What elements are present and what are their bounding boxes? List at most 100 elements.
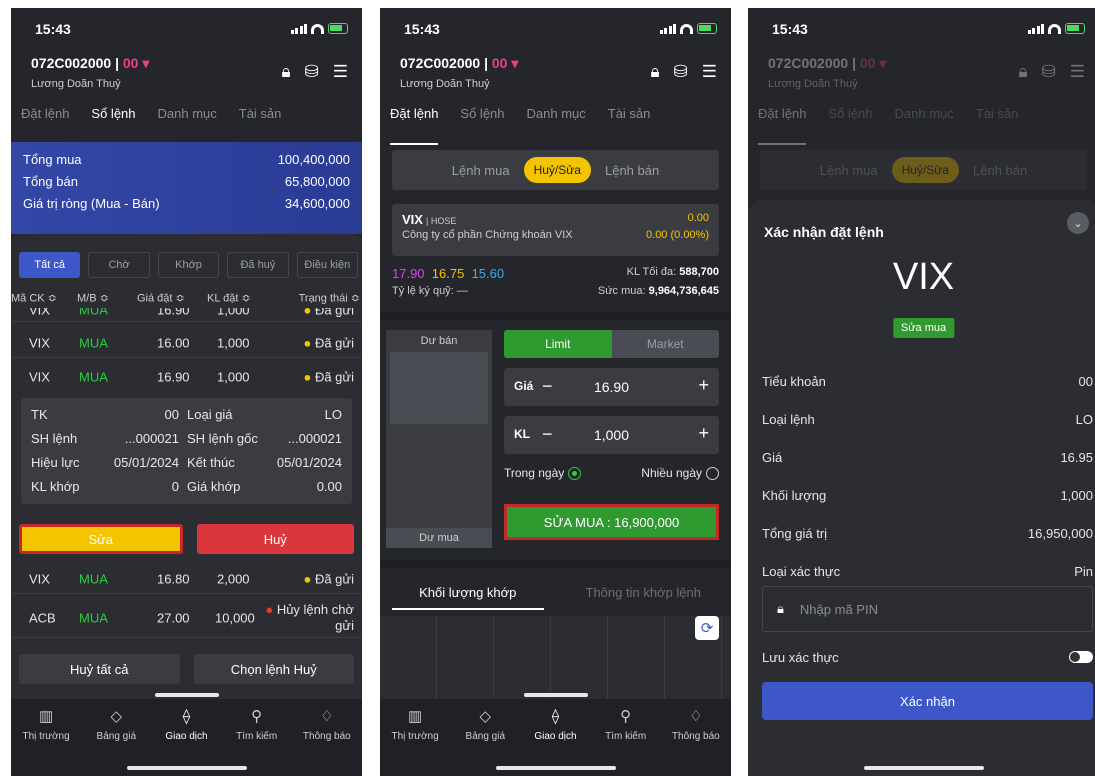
menu-icon[interactable]: ☰ xyxy=(333,62,348,82)
phone-place-order: 15:43 072C002000 | 00 ▾ Lương Doãn Thuỷ … xyxy=(380,8,731,776)
save-auth-toggle[interactable] xyxy=(1069,651,1093,663)
table-row[interactable]: VIX MUA 16.90 1,000 ● Đã gửi xyxy=(11,308,362,322)
lock-icon: 🔒︎ xyxy=(777,601,784,616)
stock-symbol: VIX xyxy=(402,212,423,227)
mode-edit-cancel[interactable]: Huỷ/Sửa xyxy=(523,157,591,183)
col-side[interactable]: M/B ≎ xyxy=(77,292,109,305)
wallet-icon[interactable]: ⛁ xyxy=(305,62,319,82)
nav-notifications[interactable]: ♢ Thông báo xyxy=(297,707,357,742)
filter-pending[interactable]: Chờ xyxy=(88,252,150,278)
trade-icon: ⟠ xyxy=(551,708,560,725)
summary-value: 65,800,000 xyxy=(284,174,350,189)
tab-dat-lenh[interactable]: Đặt lệnh xyxy=(21,106,69,136)
plus-icon[interactable]: + xyxy=(698,375,709,396)
chevron-down-icon[interactable]: ⌄ xyxy=(1067,212,1089,234)
filter-matched[interactable]: Khớp xyxy=(157,252,220,278)
order-form: Limit Market Giá −16.90 + KL −1,000 + Trong … xyxy=(504,330,719,541)
col-price[interactable]: Giá đặt ≎ xyxy=(137,292,185,305)
nav-price-board[interactable]: ◇ Bảng giá xyxy=(86,707,146,742)
tab-tai-san[interactable]: Tài sản xyxy=(608,106,651,136)
nav-market[interactable]: ▥ Thị trường xyxy=(16,707,76,742)
nav-notifications[interactable]: ♢ Thông báo xyxy=(666,707,726,742)
tab-dat-lenh[interactable]: Đặt lệnh xyxy=(390,106,439,145)
tag-icon: ◇ xyxy=(479,708,492,725)
mode-sell[interactable]: Lệnh bán xyxy=(605,163,659,178)
nav-search[interactable]: ⚲ Tìm kiếm xyxy=(227,707,287,742)
radio-day[interactable]: Trong ngày xyxy=(504,466,582,481)
summary-label: Tổng mua xyxy=(23,152,82,167)
phone-confirm-order: 15:43 072C002000 | 00 ▾ Lương Doãn Thuỷ … xyxy=(748,8,1095,776)
stock-card[interactable]: VIX | HOSE 0.00 Công ty cổ phần Chứng kho… xyxy=(392,204,719,256)
order-type-market[interactable]: Market xyxy=(611,330,719,358)
radio-multi-day[interactable]: Nhiều ngày xyxy=(641,466,719,481)
table-row[interactable]: ACB MUA 27.00 10,000 ● Hủy lệnh chờ gửi xyxy=(11,598,362,638)
choose-cancel-button[interactable]: Chọn lệnh Huỷ xyxy=(193,654,354,684)
nav-trading[interactable]: ⟠ Giao dịch xyxy=(156,707,216,742)
order-mode-segment: Lệnh mua Huỷ/Sửa Lệnh bán xyxy=(392,150,719,190)
battery-icon xyxy=(328,23,348,34)
order-book: Dư bán Dư mua xyxy=(386,330,492,548)
match-chart xyxy=(380,616,731,702)
ask-label: Dư bán xyxy=(386,330,492,352)
refresh-icon[interactable]: ⟳ xyxy=(695,616,719,640)
account-name: Lương Doãn Thuỷ xyxy=(31,78,121,90)
tab-so-lenh[interactable]: Sổ lệnh xyxy=(460,106,504,136)
field-price: Giá 16.95 xyxy=(762,449,1093,465)
bell-icon: ♢ xyxy=(689,708,703,725)
reference-price: 16.75 xyxy=(431,266,465,281)
tab-tai-san[interactable]: Tài sản xyxy=(239,106,282,136)
field-subaccount: Tiểu khoản 00 xyxy=(762,373,1093,389)
plus-icon[interactable]: + xyxy=(698,423,709,444)
nav-market[interactable]: ▥ Thị trường xyxy=(385,707,445,742)
tab-danh-muc[interactable]: Danh mục xyxy=(158,106,217,136)
edit-order-button[interactable]: Sửa xyxy=(19,524,183,554)
status-time: 15:43 xyxy=(404,21,440,37)
table-row-selected[interactable]: VIX MUA 16.90 1,000 ● Đã gửi xyxy=(11,362,362,392)
save-auth-row: Lưu xác thực xyxy=(762,638,1093,676)
tab-match-volume[interactable]: Khối lượng khớp xyxy=(380,570,556,614)
account-header: 072C002000 | 00 ▾ Lương Doãn Thuỷ 🔒︎ ⛁ ☰ xyxy=(380,52,731,100)
nav-trading[interactable]: ⟠ Giao dịch xyxy=(525,707,585,742)
confirm-button[interactable]: Xác nhận xyxy=(762,682,1093,720)
tab-so-lenh[interactable]: Sổ lệnh xyxy=(91,106,136,145)
cancel-all-button[interactable]: Huỷ tất cả xyxy=(19,654,180,684)
lock-icon[interactable]: 🔒︎ xyxy=(650,62,659,82)
order-summary: Tổng mua 100,400,000 Tổng bán 65,800,000 G… xyxy=(11,142,362,234)
cancel-order-button[interactable]: Huỷ xyxy=(196,524,354,554)
price-stepper[interactable]: Giá −16.90 + xyxy=(504,368,719,406)
order-detail: TK 00 Loại giá LO SH lệnh ...000021 SH lệnh g… xyxy=(21,398,352,504)
quantity-stepper[interactable]: KL −1,000 + xyxy=(504,416,719,454)
col-qty[interactable]: KL đặt ≎ xyxy=(207,292,251,305)
pin-input[interactable]: 🔒︎ Nhập mã PIN xyxy=(762,586,1093,632)
bell-icon: ♢ xyxy=(320,708,334,725)
account-selector[interactable]: 072C002000 | 00 ▾ xyxy=(31,55,149,72)
menu-icon[interactable]: ☰ xyxy=(702,62,717,82)
bid-label: Dư mua xyxy=(386,528,492,548)
status-filters: Tất cả Chờ Khớp Đã huỷ Điều kiện xyxy=(19,252,359,278)
signal-icon xyxy=(659,24,676,34)
modal-title: Xác nhận đặt lệnh xyxy=(764,224,884,240)
order-type-limit[interactable]: Limit xyxy=(504,330,612,358)
validity-options: Trong ngày Nhiều ngày xyxy=(504,466,719,481)
lock-icon[interactable]: 🔒︎ xyxy=(281,62,290,82)
tab-danh-muc[interactable]: Danh mục xyxy=(527,106,586,136)
col-status[interactable]: Trạng thái ≎ xyxy=(299,292,360,305)
mode-buy[interactable]: Lệnh mua xyxy=(452,163,510,178)
table-row[interactable]: VIX MUA 16.80 2,000 ● Đã gửi xyxy=(11,564,362,594)
wifi-icon xyxy=(311,24,324,34)
summary-value: 34,600,000 xyxy=(284,196,350,211)
tab-match-info[interactable]: Thông tin khớp lệnh xyxy=(556,570,732,614)
table-row[interactable]: VIX MUA 16.00 1,000 ● Đã gửi xyxy=(11,328,362,358)
stock-change: 0.00 xyxy=(687,212,709,224)
filter-all[interactable]: Tất cả xyxy=(19,252,81,278)
account-selector[interactable]: 072C002000 | 00 ▾ xyxy=(400,55,518,72)
submit-edit-buy-button[interactable]: SỬA MUA : 16,900,000 xyxy=(504,504,719,541)
margin-ratio: Tỷ lệ ký quỹ: — xyxy=(392,285,468,297)
nav-price-board[interactable]: ◇ Bảng giá xyxy=(455,707,515,742)
wallet-icon[interactable]: ⛁ xyxy=(674,62,688,82)
filter-conditional[interactable]: Điều kiện xyxy=(296,252,359,278)
col-code[interactable]: Mã CK ≎ xyxy=(11,292,57,305)
nav-search[interactable]: ⚲ Tìm kiếm xyxy=(596,707,656,742)
bottom-nav: ▥ Thị trường ◇ Bảng giá ⟠ Giao dịch ⚲ Tìm ki… xyxy=(11,693,362,776)
filter-cancelled[interactable]: Đã huỷ xyxy=(227,252,289,278)
